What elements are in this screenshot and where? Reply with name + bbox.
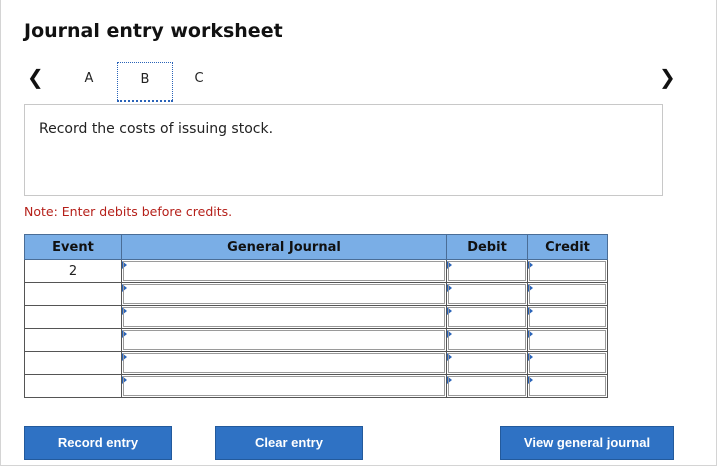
table-row — [24, 374, 608, 398]
credit-input-box[interactable] — [529, 284, 606, 304]
table-row — [24, 305, 608, 329]
header-general-journal: General Journal — [121, 234, 447, 260]
header-event: Event — [24, 234, 122, 260]
debit-input-box[interactable] — [448, 376, 526, 396]
next-arrow-icon[interactable]: ❯ — [659, 66, 676, 88]
credit-input[interactable] — [527, 351, 608, 375]
account-input[interactable] — [121, 374, 447, 398]
debit-input[interactable] — [446, 305, 528, 329]
event-cell — [24, 351, 122, 375]
event-cell — [24, 305, 122, 329]
account-input[interactable] — [121, 305, 447, 329]
table-row — [24, 282, 608, 306]
event-cell — [24, 282, 122, 306]
credit-input[interactable] — [527, 282, 608, 306]
debit-input-box[interactable] — [448, 261, 526, 281]
instruction-text: Record the costs of issuing stock. — [39, 121, 274, 137]
credit-input-box[interactable] — [529, 307, 606, 327]
record-entry-button[interactable]: Record entry — [24, 426, 172, 460]
account-input[interactable] — [121, 259, 447, 283]
credit-input-box[interactable] — [529, 376, 606, 396]
tab-b[interactable]: B — [117, 62, 173, 102]
account-input[interactable] — [121, 328, 447, 352]
credit-input-box[interactable] — [529, 330, 606, 350]
account-input-box[interactable] — [123, 307, 445, 327]
table-row — [24, 328, 608, 352]
credit-input[interactable] — [527, 374, 608, 398]
event-cell — [24, 328, 122, 352]
table-row — [24, 351, 608, 375]
note-text: Note: Enter debits before credits. — [24, 204, 233, 219]
header-debit: Debit — [446, 234, 528, 260]
clear-entry-button[interactable]: Clear entry — [215, 426, 363, 460]
account-input-box[interactable] — [123, 261, 445, 281]
event-cell: 2 — [24, 259, 122, 283]
debit-input-box[interactable] — [448, 353, 526, 373]
account-input-box[interactable] — [123, 376, 445, 396]
account-input-box[interactable] — [123, 284, 445, 304]
debit-input[interactable] — [446, 328, 528, 352]
debit-input-box[interactable] — [448, 284, 526, 304]
view-general-journal-button[interactable]: View general journal — [500, 426, 674, 460]
debit-input[interactable] — [446, 259, 528, 283]
debit-input[interactable] — [446, 351, 528, 375]
debit-input[interactable] — [446, 282, 528, 306]
worksheet-title: Journal entry worksheet — [24, 20, 283, 42]
table-row: 2 — [24, 259, 608, 283]
credit-input[interactable] — [527, 328, 608, 352]
header-credit: Credit — [527, 234, 608, 260]
debit-input-box[interactable] — [448, 307, 526, 327]
tab-a[interactable]: A — [61, 62, 117, 102]
account-input-box[interactable] — [123, 330, 445, 350]
debit-input[interactable] — [446, 374, 528, 398]
credit-input[interactable] — [527, 305, 608, 329]
journal-table: Event General Journal Debit Credit 2 — [24, 234, 608, 398]
instruction-panel: Record the costs of issuing stock. — [24, 104, 663, 196]
tab-c[interactable]: C — [171, 62, 227, 102]
credit-input-box[interactable] — [529, 261, 606, 281]
credit-input-box[interactable] — [529, 353, 606, 373]
prev-arrow-icon[interactable]: ❮ — [27, 66, 44, 88]
account-input-box[interactable] — [123, 353, 445, 373]
credit-input[interactable] — [527, 259, 608, 283]
debit-input-box[interactable] — [448, 330, 526, 350]
account-input[interactable] — [121, 282, 447, 306]
event-cell — [24, 374, 122, 398]
account-input[interactable] — [121, 351, 447, 375]
